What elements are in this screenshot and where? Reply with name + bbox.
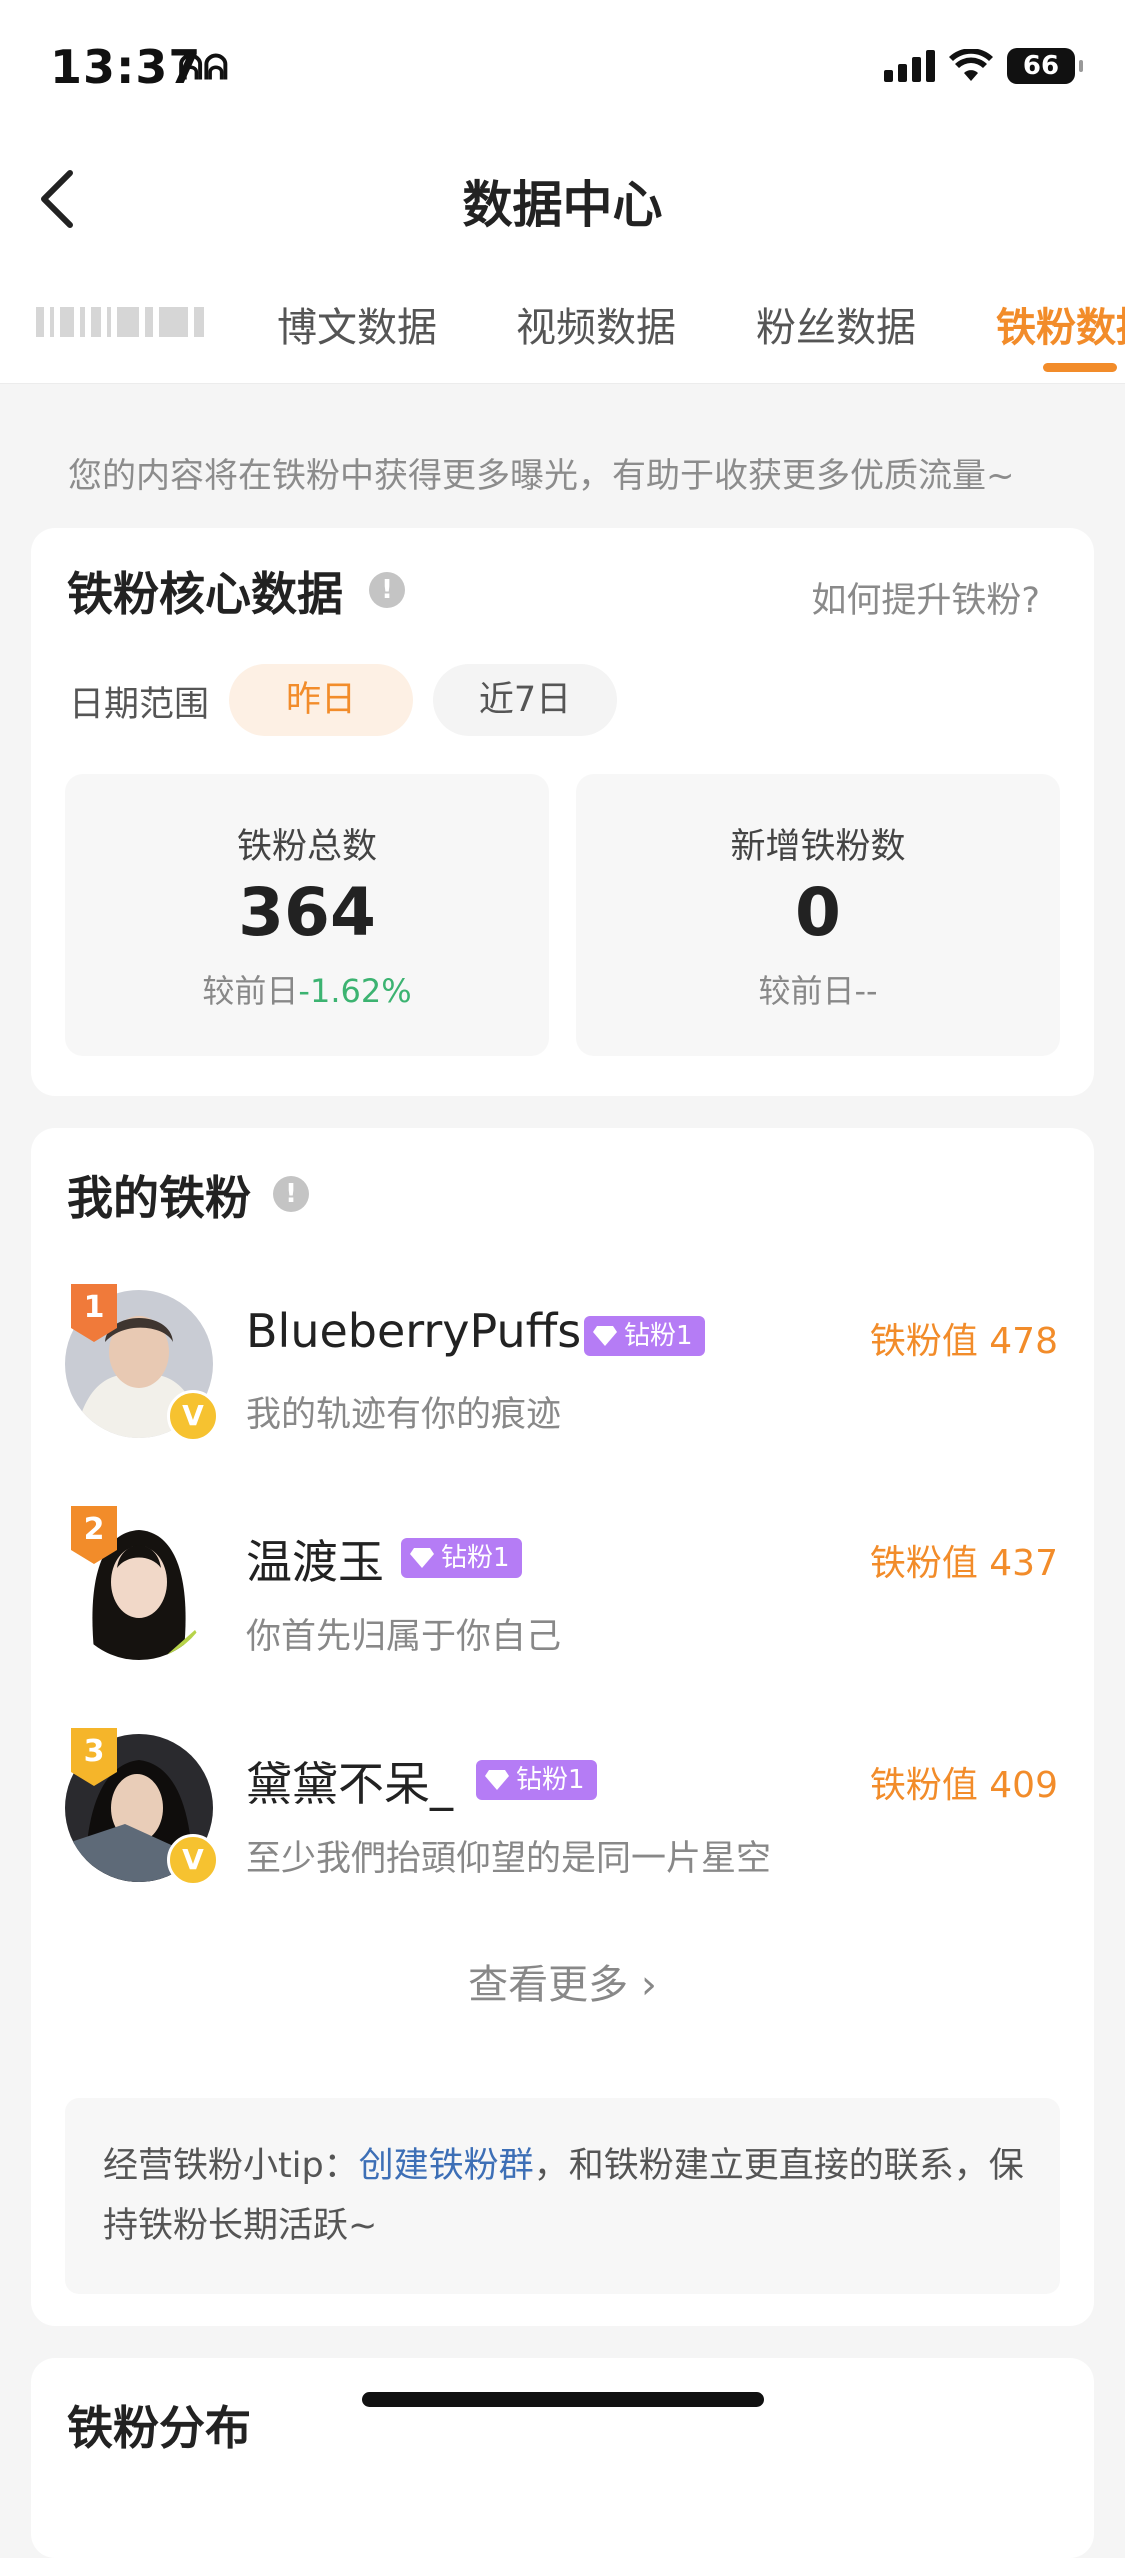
tab-follower-data[interactable]: 粉丝数据: [756, 295, 916, 353]
my-fans-card: 我的铁粉 ! 1 V BlueberryPuffs 钻粉1 铁粉值 478 我的…: [31, 1128, 1094, 2326]
verified-badge-icon: V: [167, 1834, 219, 1886]
fan-name: BlueberryPuffs: [246, 1304, 582, 1358]
battery-icon: 66: [1007, 48, 1083, 84]
verified-badge-icon: V: [167, 1390, 219, 1442]
level-badge: 钻粉1: [401, 1538, 522, 1578]
core-data-card: 铁粉核心数据 ! 如何提升铁粉? 日期范围 昨日 近7日 铁粉总数 364 较前…: [31, 528, 1094, 1096]
fan-bio: 至少我們抬頭仰望的是同一片星空: [246, 1839, 772, 1879]
tab-video-data[interactable]: 视频数据: [516, 295, 676, 353]
rank-number: 1: [83, 1290, 105, 1325]
stat-compare: 较前日--: [576, 966, 1060, 1012]
wifi-icon: [949, 49, 993, 81]
stat-compare-prefix: 较前日: [758, 972, 855, 1010]
signal-icon: [884, 50, 935, 82]
level-badge: 钻粉1: [584, 1316, 705, 1356]
level-badge-label: 钻粉1: [441, 1543, 510, 1573]
stat-new-iron-fans: 新增铁粉数 0 较前日--: [576, 774, 1060, 1056]
rank-number: 3: [83, 1734, 105, 1769]
fan-row[interactable]: 3 V 黛黛不呆_ 钻粉1 铁粉值 409 至少我們抬頭仰望的是同一片星空: [31, 1728, 1094, 1894]
status-extra-icon: ᕱᕱ: [178, 48, 229, 88]
status-right: 66: [884, 48, 1083, 84]
nav-bar: 数据中心: [0, 135, 1125, 265]
stat-value: 364: [238, 874, 376, 951]
diamond-icon: [485, 1770, 509, 1790]
core-data-title: 铁粉核心数据: [67, 567, 343, 621]
page-title: 数据中心: [462, 176, 663, 234]
rank-number: 2: [83, 1512, 105, 1547]
stat-compare: 较前日-1.62%: [65, 966, 549, 1012]
intro-text: 您的内容将在铁粉中获得更多曝光，有助于收获更多优质流量~: [68, 456, 1015, 496]
diamond-icon: [410, 1548, 434, 1568]
fan-bio: 我的轨迹有你的痕迹: [246, 1395, 562, 1435]
tip-text: 经营铁粉小tip：创建铁粉群，和铁粉建立更直接的联系，保持铁粉长期活跃~: [103, 2136, 1033, 2256]
tab-obscured[interactable]: [36, 305, 205, 339]
distribution-title: 铁粉分布: [67, 2401, 251, 2455]
level-badge-label: 钻粉1: [516, 1765, 585, 1795]
fan-bio: 你首先归属于你自己: [246, 1617, 562, 1657]
distribution-card: 铁粉分布: [31, 2358, 1094, 2558]
stat-compare-prefix: 较前日: [202, 972, 299, 1010]
stat-compare-value: -1.62%: [298, 972, 412, 1010]
tip-prefix: 经营铁粉小tip：: [103, 2146, 359, 2186]
fan-name: 黛黛不呆_: [246, 1757, 453, 1811]
tab-iron-fan-data[interactable]: 铁粉数据: [996, 295, 1125, 353]
diamond-icon: [593, 1326, 617, 1346]
date-chip-yesterday[interactable]: 昨日: [229, 664, 413, 736]
info-icon[interactable]: !: [369, 572, 405, 608]
status-bar: 13:37 ᕱᕱ 66: [0, 0, 1125, 135]
fan-score: 铁粉值 409: [869, 1765, 1058, 1806]
fan-score: 铁粉值 437: [869, 1543, 1058, 1584]
create-fan-group-link[interactable]: 创建铁粉群: [359, 2146, 534, 2186]
stat-label: 新增铁粉数: [730, 827, 906, 867]
stat-label: 铁粉总数: [236, 827, 377, 867]
info-icon[interactable]: !: [273, 1176, 309, 1212]
my-fans-title: 我的铁粉: [67, 1171, 251, 1225]
level-badge: 钻粉1: [476, 1760, 597, 1800]
home-indicator[interactable]: [362, 2392, 764, 2407]
stat-total-iron-fans: 铁粉总数 364 较前日-1.62%: [65, 774, 549, 1056]
fan-score: 铁粉值 478: [869, 1321, 1058, 1362]
tab-weibo-data[interactable]: 博文数据: [277, 295, 437, 353]
fan-row[interactable]: 1 V BlueberryPuffs 钻粉1 铁粉值 478 我的轨迹有你的痕迹: [31, 1284, 1094, 1450]
level-badge-label: 钻粉1: [624, 1321, 693, 1351]
date-chip-7days[interactable]: 近7日: [433, 664, 617, 736]
fan-row[interactable]: 2 温渡玉 钻粉1 铁粉值 437 你首先归属于你自己: [31, 1506, 1094, 1672]
fan-name: 温渡玉: [246, 1535, 384, 1589]
tip-box: 经营铁粉小tip：创建铁粉群，和铁粉建立更直接的联系，保持铁粉长期活跃~: [65, 2098, 1060, 2294]
how-to-increase-link[interactable]: 如何提升铁粉?: [811, 572, 1040, 623]
active-tab-indicator: [1043, 363, 1117, 372]
date-range-label: 日期范围: [69, 685, 210, 725]
see-more-button[interactable]: 查看更多 ›: [31, 1952, 1094, 2010]
tabs-bar: 博文数据 视频数据 粉丝数据 铁粉数据: [0, 265, 1125, 384]
stat-compare-value: --: [854, 972, 878, 1010]
stat-value: 0: [795, 874, 841, 951]
